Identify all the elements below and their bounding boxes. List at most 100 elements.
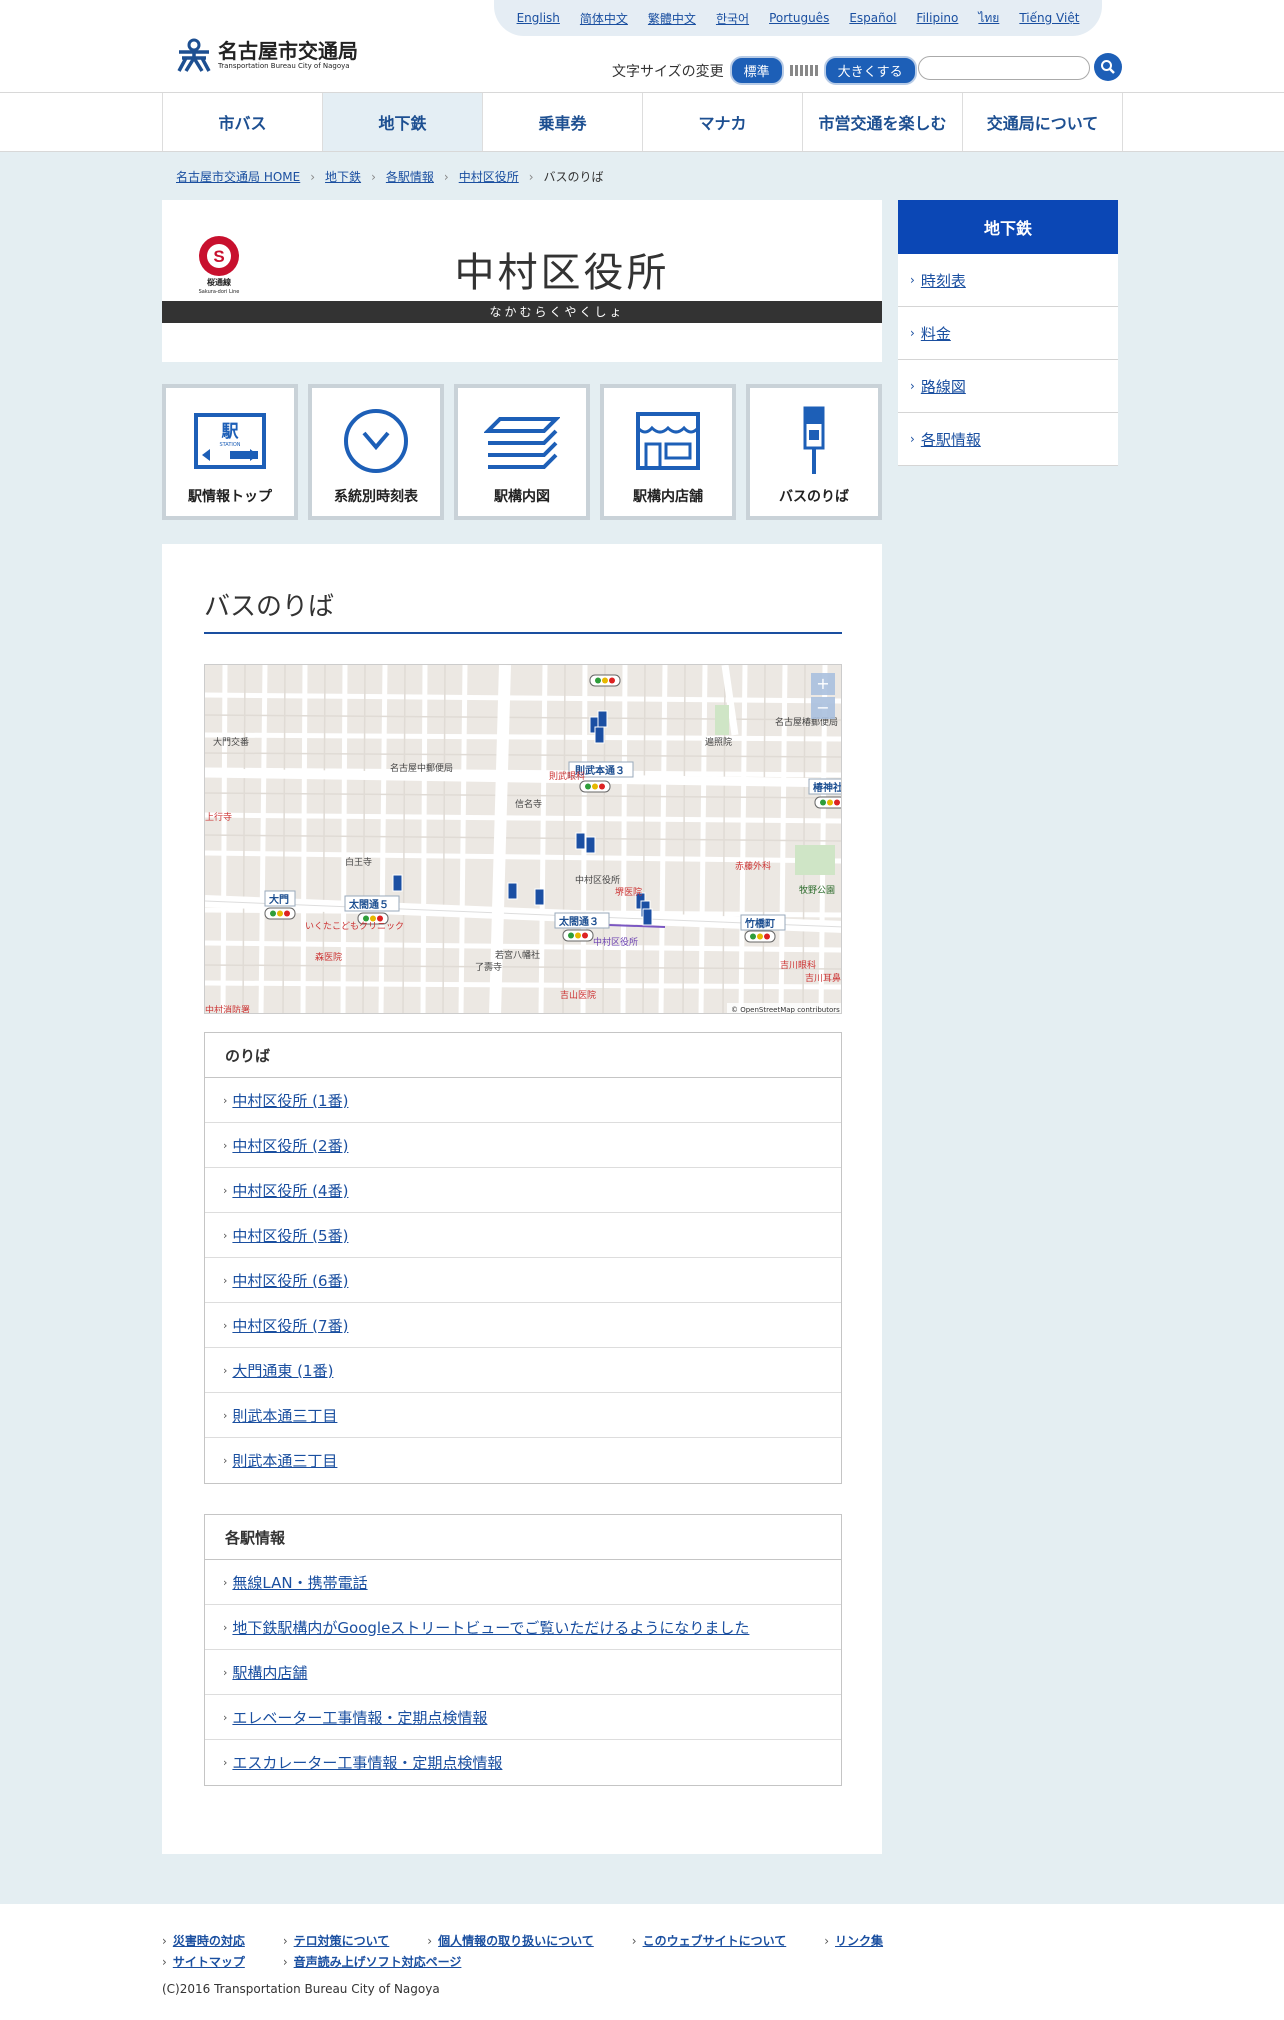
nav-tickets[interactable]: 乗車券 bbox=[483, 93, 643, 151]
side-item-timetable[interactable]: › 時刻表 bbox=[898, 254, 1118, 307]
svg-text:大門: 大門 bbox=[269, 893, 289, 906]
nav-city-bus[interactable]: 市バス bbox=[163, 93, 323, 151]
crumb-stations[interactable]: 各駅情報 bbox=[386, 168, 434, 185]
svg-text:上行寺: 上行寺 bbox=[205, 811, 232, 823]
svg-text:了壽寺: 了壽寺 bbox=[475, 961, 502, 973]
footer-link[interactable]: サイトマップ bbox=[173, 1955, 245, 1969]
list-item[interactable]: › 大門通東 (1番) bbox=[205, 1348, 841, 1393]
tile-bus-stop[interactable]: バスのりば bbox=[746, 384, 882, 520]
svg-text:赤藤外科: 赤藤外科 bbox=[735, 860, 771, 872]
svg-text:吉川耳鼻咽喉: 吉川耳鼻咽喉 bbox=[805, 972, 842, 984]
list-item[interactable]: › 中村区役所 (5番) bbox=[205, 1213, 841, 1258]
tile-timetable[interactable]: 系統別時刻表 bbox=[308, 384, 444, 520]
tile-label: 駅情報トップ bbox=[188, 489, 272, 505]
svg-text:中村区役所: 中村区役所 bbox=[593, 936, 638, 948]
tile-shops[interactable]: 駅構内店舗 bbox=[600, 384, 736, 520]
svg-text:大門交番: 大門交番 bbox=[213, 736, 249, 748]
font-normal-button[interactable]: 標準 bbox=[729, 56, 784, 85]
zoom-in-button[interactable]: + bbox=[816, 674, 829, 693]
nav-about[interactable]: 交通局について bbox=[963, 93, 1123, 151]
zoom-out-button[interactable]: − bbox=[816, 698, 829, 717]
list-item[interactable]: › 中村区役所 (4番) bbox=[205, 1168, 841, 1213]
bus-stop-map[interactable]: 則武本通３ 大門 太閤通５ 太閤通３ 竹橋町 椿神社 中村区役所 中村区役所 名… bbox=[204, 664, 842, 1014]
svg-text:若宮八幡社: 若宮八幡社 bbox=[495, 949, 540, 961]
svg-text:牧野公園: 牧野公園 bbox=[799, 884, 835, 896]
lang-portuguese[interactable]: Português bbox=[769, 11, 829, 25]
side-nav: 地下鉄 › 時刻表 › 料金 › 路線図 › 各駅情報 bbox=[898, 200, 1118, 466]
lang-english[interactable]: English bbox=[517, 11, 560, 25]
svg-text:STATION: STATION bbox=[219, 442, 240, 448]
crumb-subway[interactable]: 地下鉄 bbox=[325, 168, 361, 185]
footer-link[interactable]: このウェブサイトについて bbox=[643, 1934, 787, 1948]
tile-label: バスのりば bbox=[779, 489, 849, 505]
svg-text:いくたこどもクリニック: いくたこどもクリニック bbox=[305, 921, 404, 932]
logo-title: 名古屋市交通局 bbox=[218, 38, 358, 63]
footer-link[interactable]: テロ対策について bbox=[294, 1934, 390, 1948]
tile-label: 系統別時刻表 bbox=[334, 489, 418, 505]
lang-filipino[interactable]: Filipino bbox=[916, 11, 958, 25]
svg-text:竹橋町: 竹橋町 bbox=[744, 917, 775, 930]
station-name: 中村区役所 bbox=[454, 250, 670, 296]
side-item-stations[interactable]: › 各駅情報 bbox=[898, 413, 1118, 466]
svg-text:森医院: 森医院 bbox=[315, 951, 342, 963]
list-item[interactable]: › 地下鉄駅構内がGoogleストリートビューでご覧いただけるようになりました bbox=[205, 1605, 841, 1650]
nav-manaca[interactable]: マナカ bbox=[643, 93, 803, 151]
title-rule bbox=[204, 632, 842, 634]
list-item[interactable]: › エスカレーター工事情報・定期点検情報 bbox=[205, 1740, 841, 1785]
content-panel: バスのりば 則武本通３ 大門 太閤通５ 太閤通３ 竹橋町 椿神社 中村区役所 中… bbox=[162, 544, 882, 1854]
svg-text:太閤通５: 太閤通５ bbox=[348, 898, 389, 911]
footer-links: › 災害時の対応 › テロ対策について › 個人情報の取り扱いについて › このウェブサ… bbox=[162, 1934, 884, 1969]
list-item[interactable]: › 無線LAN・携帯電話 bbox=[205, 1560, 841, 1605]
station-menu: 駅 STATION 駅情報トップ 系統別時刻表 駅構内図 駅構内店舗 バスのりば bbox=[162, 384, 882, 520]
font-large-button[interactable]: 大きくする bbox=[823, 56, 917, 85]
list-item[interactable]: › エレベーター工事情報・定期点検情報 bbox=[205, 1695, 841, 1740]
side-item-route-map[interactable]: › 路線図 bbox=[898, 360, 1118, 413]
list-item[interactable]: › 中村区役所 (7番) bbox=[205, 1303, 841, 1348]
list-item[interactable]: › 則武本通三丁目 bbox=[205, 1393, 841, 1438]
bus-stop-icon bbox=[803, 406, 825, 474]
font-size-label: 文字サイズの変更 bbox=[612, 63, 724, 80]
nav-enjoy[interactable]: 市営交通を楽しむ bbox=[803, 93, 963, 151]
font-size-control: 文字サイズの変更 標準 大きくする bbox=[612, 56, 917, 85]
footer-link[interactable]: リンク集 bbox=[835, 1934, 883, 1948]
svg-text:遍照院: 遍照院 bbox=[705, 736, 732, 748]
station-info-panel: 各駅情報 › 無線LAN・携帯電話 › 地下鉄駅構内がGoogleストリートビューで… bbox=[204, 1514, 842, 1786]
list-item[interactable]: › 中村区役所 (2番) bbox=[205, 1123, 841, 1168]
site-logo[interactable]: 名古屋市交通局 Transportation Bureau City of Na… bbox=[176, 38, 358, 72]
nav-subway[interactable]: 地下鉄 bbox=[323, 93, 483, 151]
footer-link[interactable]: 個人情報の取り扱いについて bbox=[438, 1934, 594, 1948]
crumb-station[interactable]: 中村区役所 bbox=[459, 168, 519, 185]
list-item[interactable]: › 中村区役所 (6番) bbox=[205, 1258, 841, 1303]
svg-text:則武眼科: 則武眼科 bbox=[549, 770, 585, 782]
global-nav: 市バス 地下鉄 乗車券 マナカ 市営交通を楽しむ 交通局について bbox=[0, 92, 1284, 152]
station-info-heading: 各駅情報 bbox=[205, 1515, 841, 1560]
lang-zh-hans[interactable]: 简体中文 bbox=[580, 10, 628, 27]
font-size-indicator bbox=[789, 65, 818, 76]
station-kana: なかむらくやくしょ bbox=[162, 301, 882, 323]
side-item-fare[interactable]: › 料金 bbox=[898, 307, 1118, 360]
lang-vietnamese[interactable]: Tiếng Việt bbox=[1019, 11, 1079, 25]
svg-text:椿神社: 椿神社 bbox=[813, 781, 842, 794]
search-button[interactable] bbox=[1094, 53, 1122, 81]
svg-text:信名寺: 信名寺 bbox=[515, 798, 542, 810]
tile-station-map[interactable]: 駅構内図 bbox=[454, 384, 590, 520]
clock-icon bbox=[344, 409, 408, 473]
lang-spanish[interactable]: Español bbox=[849, 11, 896, 25]
tile-label: 駅構内店舗 bbox=[633, 489, 703, 505]
bureau-logo-icon bbox=[177, 38, 211, 72]
lang-korean[interactable]: 한국어 bbox=[716, 10, 749, 27]
lang-zh-hant[interactable]: 繁體中文 bbox=[648, 10, 696, 27]
footer-link[interactable]: 災害時の対応 bbox=[173, 1934, 245, 1948]
list-item[interactable]: › 駅構内店舗 bbox=[205, 1650, 841, 1695]
search-input[interactable] bbox=[918, 56, 1090, 80]
breadcrumb: 名古屋市交通局 HOME › 地下鉄 › 各駅情報 › 中村区役所 › バスのりば bbox=[176, 168, 604, 185]
svg-text:名古屋中郵便局: 名古屋中郵便局 bbox=[390, 762, 453, 774]
tile-station-top[interactable]: 駅 STATION 駅情報トップ bbox=[162, 384, 298, 520]
crumb-home[interactable]: 名古屋市交通局 HOME bbox=[176, 168, 300, 185]
tile-label: 駅構内図 bbox=[494, 489, 550, 505]
list-item[interactable]: › 則武本通三丁目 bbox=[205, 1438, 841, 1483]
list-item[interactable]: › 中村区役所 (1番) bbox=[205, 1078, 841, 1123]
footer-link[interactable]: 音声読み上げソフト対応ページ bbox=[294, 1955, 462, 1969]
lang-thai[interactable]: ไทย bbox=[978, 9, 999, 28]
station-sign-icon: 駅STATION bbox=[194, 413, 266, 469]
